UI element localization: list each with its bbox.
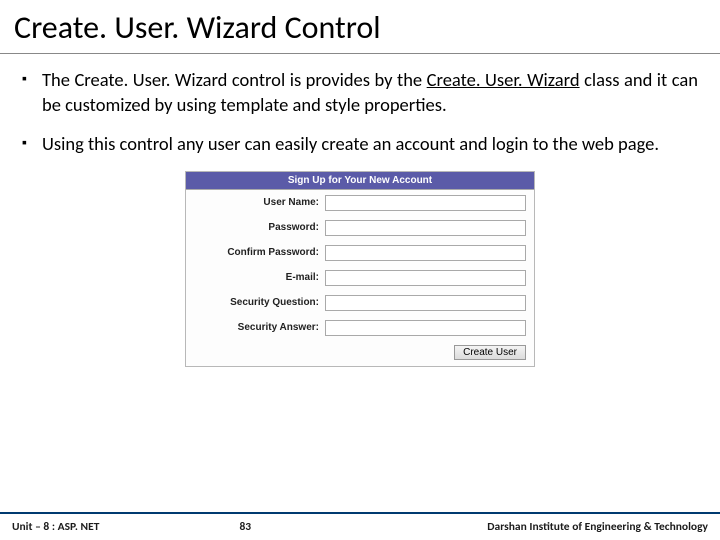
row-email: E-mail: bbox=[186, 265, 534, 290]
class-name-link: Create. User. Wizard bbox=[427, 68, 580, 91]
input-username[interactable] bbox=[325, 195, 526, 211]
bullet-2: Using this control any user can easily c… bbox=[22, 132, 698, 157]
input-security-question[interactable] bbox=[325, 295, 526, 311]
input-password[interactable] bbox=[325, 220, 526, 236]
row-username: User Name: bbox=[186, 190, 534, 215]
footer-unit: Unit – 8 : ASP. NET bbox=[12, 520, 99, 534]
label-security-question: Security Question: bbox=[190, 297, 325, 308]
row-confirm-password: Confirm Password: bbox=[186, 240, 534, 265]
label-email: E-mail: bbox=[190, 272, 325, 283]
slide-footer: Unit – 8 : ASP. NET 83 Darshan Institute… bbox=[0, 512, 720, 540]
row-security-question: Security Question: bbox=[186, 290, 534, 315]
bullet-1: The Create. User. Wizard control is prov… bbox=[22, 68, 698, 118]
row-security-answer: Security Answer: bbox=[186, 315, 534, 340]
bullet-1-text-pre: The Create. User. Wizard control is prov… bbox=[42, 68, 427, 91]
label-username: User Name: bbox=[190, 197, 325, 208]
label-password: Password: bbox=[190, 222, 325, 233]
footer-institute: Darshan Institute of Engineering & Techn… bbox=[487, 520, 708, 534]
create-user-button[interactable]: Create User bbox=[454, 345, 526, 360]
signup-form: Sign Up for Your New Account User Name: … bbox=[185, 171, 535, 367]
label-security-answer: Security Answer: bbox=[190, 322, 325, 333]
input-confirm-password[interactable] bbox=[325, 245, 526, 261]
input-security-answer[interactable] bbox=[325, 320, 526, 336]
footer-page-number: 83 bbox=[99, 520, 487, 534]
form-header: Sign Up for Your New Account bbox=[186, 172, 534, 190]
figure-wrap: Sign Up for Your New Account User Name: … bbox=[22, 171, 698, 367]
input-email[interactable] bbox=[325, 270, 526, 286]
row-password: Password: bbox=[186, 215, 534, 240]
label-confirm-password: Confirm Password: bbox=[190, 247, 325, 258]
slide-title: Create. User. Wizard Control bbox=[0, 0, 720, 54]
row-submit: Create User bbox=[186, 340, 534, 366]
slide-content: The Create. User. Wizard control is prov… bbox=[0, 54, 720, 367]
